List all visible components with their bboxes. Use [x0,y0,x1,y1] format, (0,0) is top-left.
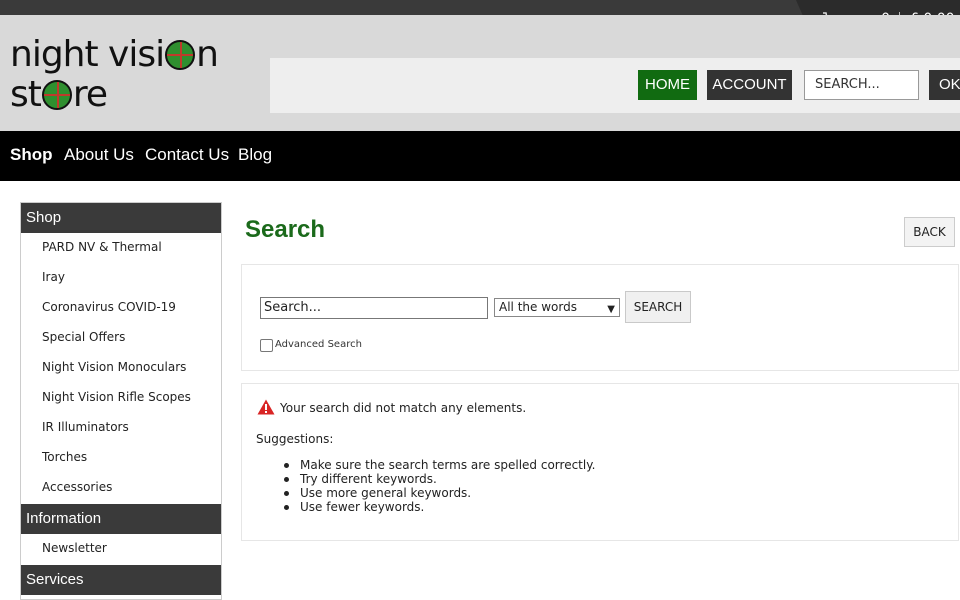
sidebar-heading-services: Services [21,565,221,595]
no-results-message: Your search did not match any elements. [280,401,527,415]
sidebar-item-torches[interactable]: Torches [42,450,87,464]
nav-contact-us[interactable]: Contact Us [145,145,229,165]
sidebar-item-iray[interactable]: Iray [42,270,65,284]
search-button[interactable]: SEARCH [625,291,691,323]
search-mode-value: All the words [499,300,577,314]
header-search-input[interactable]: SEARCH... [804,70,919,100]
account-button[interactable]: ACCOUNT [707,70,792,100]
sidebar-item-ir-illuminators[interactable]: IR Illuminators [42,420,129,434]
header-search-ok-button[interactable]: OK [929,70,960,100]
store-logo[interactable]: night visi n st re [10,37,219,117]
search-input[interactable]: Search... [260,297,488,319]
bullet [284,505,289,510]
bullet [284,491,289,496]
crosshair-scope-icon [165,40,196,70]
suggestion-item: Use more general keywords. [300,486,472,500]
main-nav: Shop About Us Contact Us Blog [0,131,960,181]
suggestion-item: Try different keywords. [300,472,437,486]
logo-line-2: st re [10,74,108,115]
chevron-down-icon: ▼ [607,304,615,315]
advanced-search-checkbox[interactable] [260,339,273,352]
suggestion-item: Make sure the search terms are spelled c… [300,458,596,472]
nav-shop[interactable]: Shop [10,145,53,165]
page-title: Search [245,216,326,243]
suggestion-item: Use fewer keywords. [300,500,425,514]
bullet [284,463,289,468]
sidebar-item-monoculars[interactable]: Night Vision Monoculars [42,360,186,374]
sidebar-item-pard[interactable]: PARD NV & Thermal [42,240,162,254]
sidebar-heading-information: Information [21,504,221,534]
home-button[interactable]: HOME [638,70,697,100]
sidebar-item-newsletter[interactable]: Newsletter [42,541,107,555]
nav-about-us[interactable]: About Us [64,145,134,165]
crosshair-scope-icon [41,80,72,110]
sidebar-item-covid[interactable]: Coronavirus COVID-19 [42,300,176,314]
sidebar: Shop PARD NV & Thermal Iray Coronavirus … [20,202,222,600]
logo-line-1: night visi n [10,34,219,75]
suggestions-label: Suggestions: [256,432,334,446]
sidebar-heading-shop: Shop [21,203,221,233]
warning-triangle-icon [257,399,275,415]
sidebar-item-rifle-scopes[interactable]: Night Vision Rifle Scopes [42,390,191,404]
sidebar-item-accessories[interactable]: Accessories [42,480,112,494]
back-button[interactable]: BACK [904,217,955,247]
nav-blog[interactable]: Blog [238,145,272,165]
bullet [284,477,289,482]
sidebar-item-special-offers[interactable]: Special Offers [42,330,125,344]
advanced-search-label[interactable]: Advanced Search [275,339,362,350]
search-mode-select[interactable]: All the words ▼ [494,298,620,317]
